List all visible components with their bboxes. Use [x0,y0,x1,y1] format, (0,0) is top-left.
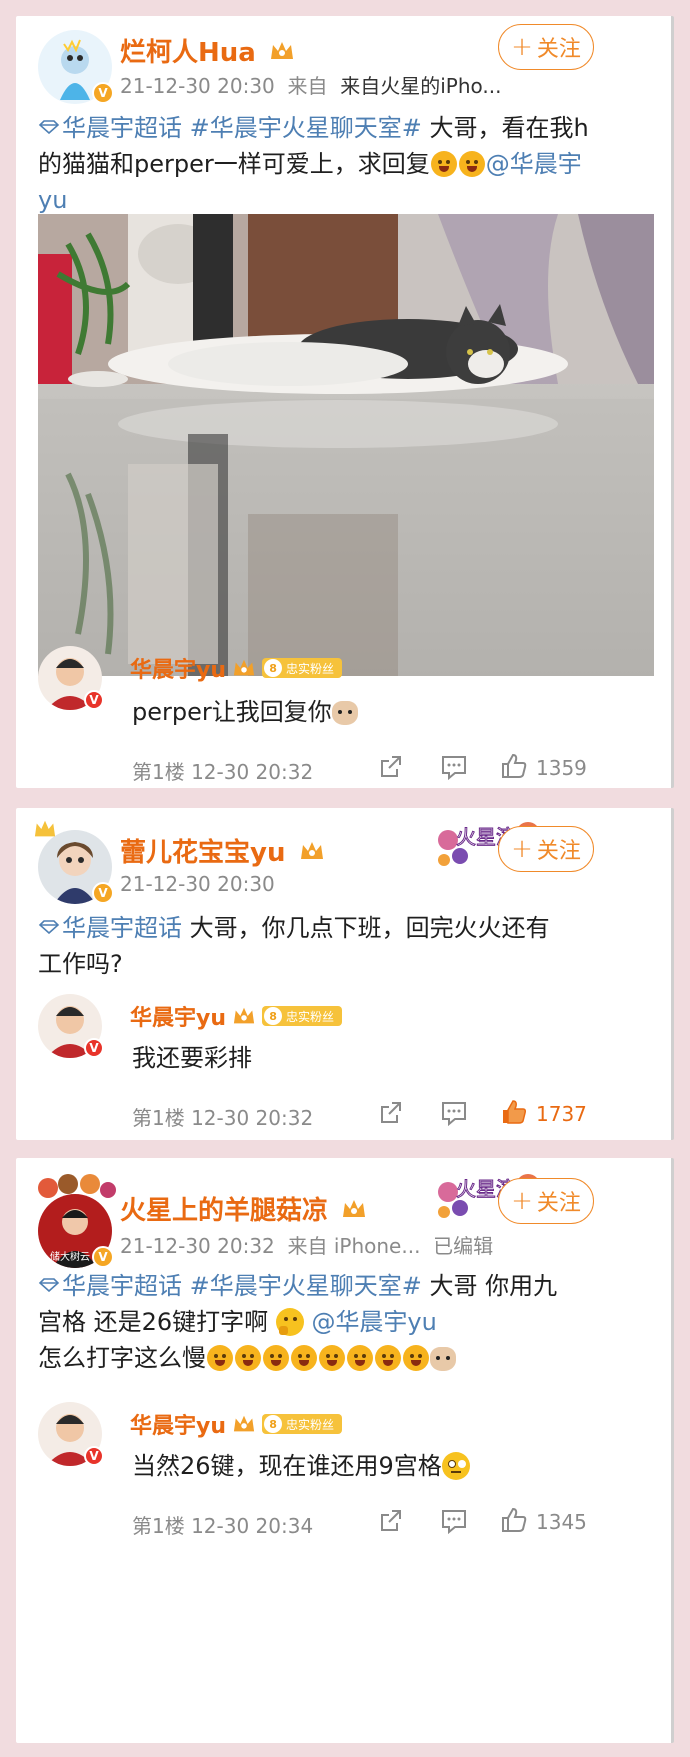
reply-floor-time: 第1楼 12-30 20:32 [132,760,314,784]
crying-emoji-icon [403,1345,429,1371]
share-icon[interactable] [378,754,404,780]
post-meta: 21-12-30 20:32 来自 iPhone... 已编辑 [120,1234,494,1258]
reply-username[interactable]: 华晨宇yu 8 忠实粉丝 [130,652,343,684]
user-avatar[interactable]: V [38,30,114,104]
plus-icon: + [511,32,533,62]
crown-icon [34,820,56,837]
crown-icon [233,659,255,676]
plus-icon: + [511,1186,533,1216]
eye-roll-emoji-icon [441,1452,470,1480]
crown-icon [300,842,323,859]
verified-badge-icon: V [92,1246,114,1268]
topic-link[interactable]: 华晨宇超话 [62,914,182,942]
post-meta: 21-12-30 20:30 [120,872,275,896]
share-icon[interactable] [378,1508,404,1534]
post-text: 华晨宇超话 #华晨宇火星聊天室# 大哥 你用九 宫格 还是26键打字啊 @华晨宇… [38,1272,558,1372]
mention-link[interactable]: @华晨宇 [486,150,582,178]
topic-link[interactable]: 华晨宇超话 [62,1272,182,1300]
plus-icon: + [511,834,533,864]
like-count: 1345 [536,1510,587,1534]
crown-icon [270,42,293,59]
crying-emoji-icon [319,1345,345,1371]
reply-avatar[interactable]: V [38,646,104,710]
avatar-frame-icon [38,1174,116,1198]
crown-icon [233,1007,255,1024]
post-source[interactable]: 来自火星的iPho... [340,74,501,98]
thinking-emoji-icon [275,1308,304,1336]
crying-emoji-icon [263,1345,289,1371]
reply-username[interactable]: 华晨宇yu 8 忠实粉丝 [130,1000,343,1032]
liked-icon[interactable] [500,1098,528,1126]
verified-badge-icon: V [92,82,114,104]
comment-icon[interactable] [440,1100,468,1126]
post-text: 华晨宇超话 #华晨宇火星聊天室# 大哥，看在我h 的猫猫和perper一样可爱上… [38,114,589,214]
crying-emoji-icon [207,1345,233,1371]
reply-floor-time: 第1楼 12-30 20:34 [132,1514,314,1538]
follow-button[interactable]: + 关注 [498,24,594,70]
like-count: 1359 [536,756,587,780]
reply-username[interactable]: 华晨宇yu 8 忠实粉丝 [130,1408,343,1440]
crying-emoji-icon [375,1345,401,1371]
user-avatar[interactable]: V [34,820,114,904]
reply-action-bar: 第1楼 12-30 20:32 1737 [16,1098,671,1138]
crying-emoji-icon [291,1345,317,1371]
reply-floor-time: 第1楼 12-30 20:32 [132,1106,314,1130]
cat-emoji-icon [430,1347,456,1371]
reply-avatar[interactable]: V [38,1402,104,1466]
like-count: 1737 [536,1102,587,1126]
user-avatar[interactable]: 储大树云 V [38,1174,116,1268]
reply-action-bar: 第1楼 12-30 20:34 1345 [16,1506,671,1546]
super-topic-icon [38,920,60,934]
verified-badge-icon: V [92,882,114,904]
fan-badge: 8 忠实粉丝 [262,1006,343,1026]
follow-button[interactable]: + 关注 [498,826,594,872]
cat-emoji-icon [331,701,358,725]
mention-link[interactable]: @华晨宇yu [311,1308,436,1336]
post-username[interactable]: 烂柯人Hua [120,32,295,69]
emoji-icon [430,151,457,177]
reply-avatar[interactable]: V [38,994,104,1058]
crown-icon [233,1415,255,1432]
reply-text: 当然26键，现在谁还用9宫格 [132,1446,470,1481]
reply-text: 我还要彩排 [132,1044,252,1072]
share-icon[interactable] [378,1100,404,1126]
super-topic-icon [38,120,60,134]
emoji-icon [458,151,485,177]
post-username[interactable]: 蕾儿花宝宝yu [120,832,325,869]
comment-icon[interactable] [440,754,468,780]
mention-link[interactable]: yu [38,186,67,214]
follow-button[interactable]: + 关注 [498,1178,594,1224]
post-meta: 21-12-30 20:30 来自 来自火星的iPho... [120,74,502,98]
post-card-2: V 蕾儿花宝宝yu 21-12-30 20:30 火星演唱 + 关注 华晨宇超话 … [16,808,674,1140]
topic-link[interactable]: 华晨宇超话 [62,114,182,142]
fan-badge: 8 忠实粉丝 [262,658,343,678]
like-icon[interactable] [500,752,528,780]
post-photo[interactable] [38,214,654,676]
super-topic-icon [38,1278,60,1292]
verified-badge-icon: V [84,1446,104,1466]
crown-icon [343,1200,366,1217]
crying-emoji-icon [347,1345,373,1371]
topic-link[interactable]: #华晨宇火星聊天室# [190,1272,422,1300]
avatar-caption: 储大树云 [50,1250,90,1263]
topic-link[interactable]: #华晨宇火星聊天室# [190,114,422,142]
verified-badge-icon: V [84,1038,104,1058]
post-text: 华晨宇超话 大哥，你几点下班，回完火火还有 工作吗? [38,914,550,978]
reply-text: perper让我回复你 [132,692,358,727]
crying-emoji-icon [235,1345,261,1371]
fan-badge: 8 忠实粉丝 [262,1414,343,1434]
reply-action-bar: 第1楼 12-30 20:32 1359 [16,752,671,792]
verified-badge-icon: V [84,690,104,710]
post-username[interactable]: 火星上的羊腿菇凉 [120,1190,367,1227]
post-card-1: V 烂柯人Hua 21-12-30 20:30 来自 来自火星的iPho... … [16,16,674,788]
like-icon[interactable] [500,1506,528,1534]
post-card-3: 储大树云 V 火星上的羊腿菇凉 21-12-30 20:32 来自 iPhone… [16,1158,674,1743]
comment-icon[interactable] [440,1508,468,1534]
